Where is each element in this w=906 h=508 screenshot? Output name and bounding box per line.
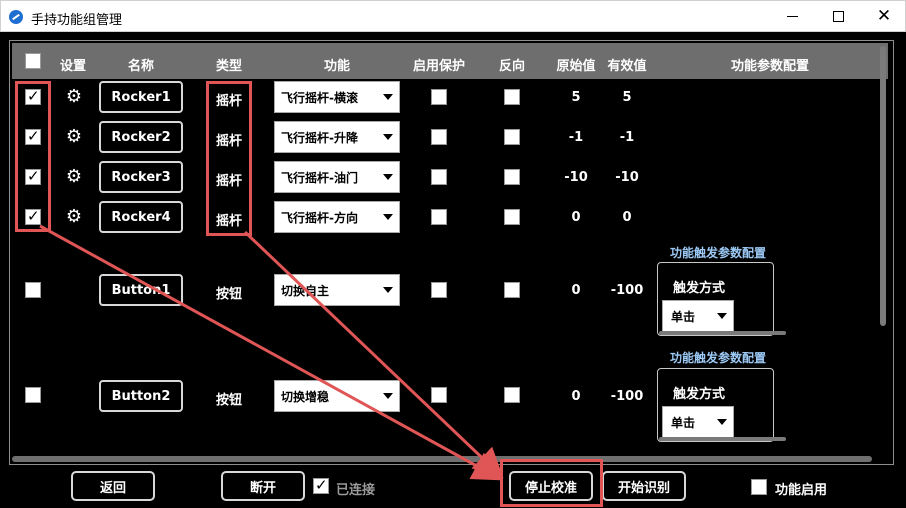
row-checkbox[interactable] bbox=[25, 387, 41, 403]
header-settings: 设置 bbox=[59, 59, 87, 74]
name-field[interactable]: Rocker2 bbox=[99, 121, 183, 153]
reverse-checkbox[interactable] bbox=[504, 282, 520, 298]
highlight-type-column bbox=[206, 81, 252, 236]
raw-value: 5 bbox=[571, 90, 581, 105]
function-select[interactable]: 切换自主 bbox=[274, 274, 400, 306]
name-field[interactable]: Rocker3 bbox=[99, 161, 183, 193]
name-field[interactable]: Rocker4 bbox=[99, 201, 183, 233]
reverse-checkbox[interactable] bbox=[504, 209, 520, 225]
chevron-down-icon bbox=[717, 419, 727, 425]
close-icon: ✕ bbox=[876, 6, 892, 26]
chevron-down-icon bbox=[383, 134, 393, 140]
raw-value: 0 bbox=[571, 389, 581, 404]
header-raw: 原始值 bbox=[556, 59, 596, 74]
header-function: 功能 bbox=[323, 59, 351, 74]
header-effective: 有效值 bbox=[607, 59, 647, 74]
function-value: 切换自主 bbox=[281, 283, 330, 298]
header-reverse: 反向 bbox=[498, 59, 526, 74]
start-recognition-button[interactable]: 开始识别 bbox=[602, 471, 686, 501]
disconnect-button[interactable]: 断开 bbox=[221, 471, 305, 501]
chevron-down-icon bbox=[383, 94, 393, 100]
function-select[interactable]: 切换增稳 bbox=[274, 380, 400, 412]
effective-value: -10 bbox=[615, 170, 639, 185]
gear-icon[interactable]: ⚙ bbox=[65, 168, 83, 186]
protect-checkbox[interactable] bbox=[431, 282, 447, 298]
chevron-down-icon bbox=[383, 393, 393, 399]
connected-label: 已连接 bbox=[336, 483, 376, 498]
trigger-mode-select[interactable]: 单击 bbox=[662, 300, 734, 332]
back-button[interactable]: 返回 bbox=[71, 471, 155, 501]
name-field[interactable]: Button2 bbox=[99, 380, 183, 412]
trigger-config-title: 功能触发参数配置 bbox=[670, 246, 767, 260]
trigger-mode-value: 单击 bbox=[671, 309, 696, 324]
minimize-icon bbox=[786, 16, 798, 17]
chevron-down-icon bbox=[383, 174, 393, 180]
function-enable-label: 功能启用 bbox=[775, 483, 828, 498]
chevron-down-icon bbox=[717, 313, 727, 319]
function-value: 飞行摇杆-横滚 bbox=[281, 90, 358, 105]
chevron-down-icon bbox=[383, 214, 393, 220]
effective-value: 0 bbox=[622, 210, 632, 225]
effective-value: 5 bbox=[622, 90, 632, 105]
title-bar: 手持功能组管理 ✕ bbox=[0, 0, 906, 32]
effective-value: -1 bbox=[619, 130, 635, 145]
function-value: 切换增稳 bbox=[281, 389, 330, 404]
raw-value: -1 bbox=[568, 130, 584, 145]
gear-icon[interactable]: ⚙ bbox=[65, 128, 83, 146]
protect-checkbox[interactable] bbox=[431, 169, 447, 185]
trigger-config-scrollbar[interactable] bbox=[659, 331, 786, 335]
header-type: 类型 bbox=[215, 59, 243, 74]
type-cell: 按钮 bbox=[215, 287, 243, 302]
function-value: 飞行摇杆-方向 bbox=[281, 210, 358, 225]
gear-icon[interactable]: ⚙ bbox=[65, 88, 83, 106]
header-param-config: 功能参数配置 bbox=[730, 59, 810, 74]
connected-checkbox[interactable] bbox=[313, 476, 329, 494]
select-all-checkbox[interactable] bbox=[25, 53, 41, 69]
raw-value: 0 bbox=[571, 283, 581, 298]
trigger-mode-label: 触发方式 bbox=[673, 281, 726, 296]
protect-checkbox[interactable] bbox=[431, 89, 447, 105]
function-enable-checkbox[interactable] bbox=[751, 479, 767, 495]
protect-checkbox[interactable] bbox=[431, 209, 447, 225]
chevron-down-icon bbox=[383, 287, 393, 293]
function-select[interactable]: 飞行摇杆-油门 bbox=[274, 161, 400, 193]
function-select[interactable]: 飞行摇杆-横滚 bbox=[274, 81, 400, 113]
reverse-checkbox[interactable] bbox=[504, 387, 520, 403]
horizontal-scrollbar[interactable] bbox=[12, 456, 872, 462]
minimize-button[interactable] bbox=[769, 1, 815, 32]
raw-value: 0 bbox=[571, 210, 581, 225]
function-value: 飞行摇杆-升降 bbox=[281, 130, 358, 145]
app-icon bbox=[9, 10, 23, 24]
close-button[interactable]: ✕ bbox=[861, 1, 906, 32]
header-protect: 启用保护 bbox=[412, 59, 466, 74]
highlight-row-checkboxes bbox=[15, 81, 51, 232]
trigger-mode-select[interactable]: 单击 bbox=[662, 406, 734, 438]
trigger-config-title: 功能触发参数配置 bbox=[670, 351, 767, 365]
vertical-scrollbar[interactable] bbox=[880, 46, 886, 326]
row-checkbox[interactable] bbox=[25, 282, 41, 298]
protect-checkbox[interactable] bbox=[431, 387, 447, 403]
function-select[interactable]: 飞行摇杆-方向 bbox=[274, 201, 400, 233]
trigger-mode-value: 单击 bbox=[671, 415, 696, 430]
type-cell: 按钮 bbox=[215, 393, 243, 408]
gear-icon[interactable]: ⚙ bbox=[65, 208, 83, 226]
reverse-checkbox[interactable] bbox=[504, 89, 520, 105]
highlight-stop-calibration bbox=[500, 459, 603, 507]
protect-checkbox[interactable] bbox=[431, 129, 447, 145]
reverse-checkbox[interactable] bbox=[504, 129, 520, 145]
function-value: 飞行摇杆-油门 bbox=[281, 170, 358, 185]
effective-value: -100 bbox=[610, 389, 644, 404]
trigger-config-scrollbar[interactable] bbox=[659, 437, 786, 441]
maximize-button[interactable] bbox=[815, 1, 861, 32]
reverse-checkbox[interactable] bbox=[504, 169, 520, 185]
header-name: 名称 bbox=[127, 59, 155, 74]
name-field[interactable]: Rocker1 bbox=[99, 81, 183, 113]
effective-value: -100 bbox=[610, 283, 644, 298]
function-select[interactable]: 飞行摇杆-升降 bbox=[274, 121, 400, 153]
trigger-mode-label: 触发方式 bbox=[673, 387, 726, 402]
maximize-icon bbox=[832, 11, 844, 22]
raw-value: -10 bbox=[564, 170, 588, 185]
window-title: 手持功能组管理 bbox=[31, 13, 123, 28]
name-field[interactable]: Button1 bbox=[99, 274, 183, 306]
